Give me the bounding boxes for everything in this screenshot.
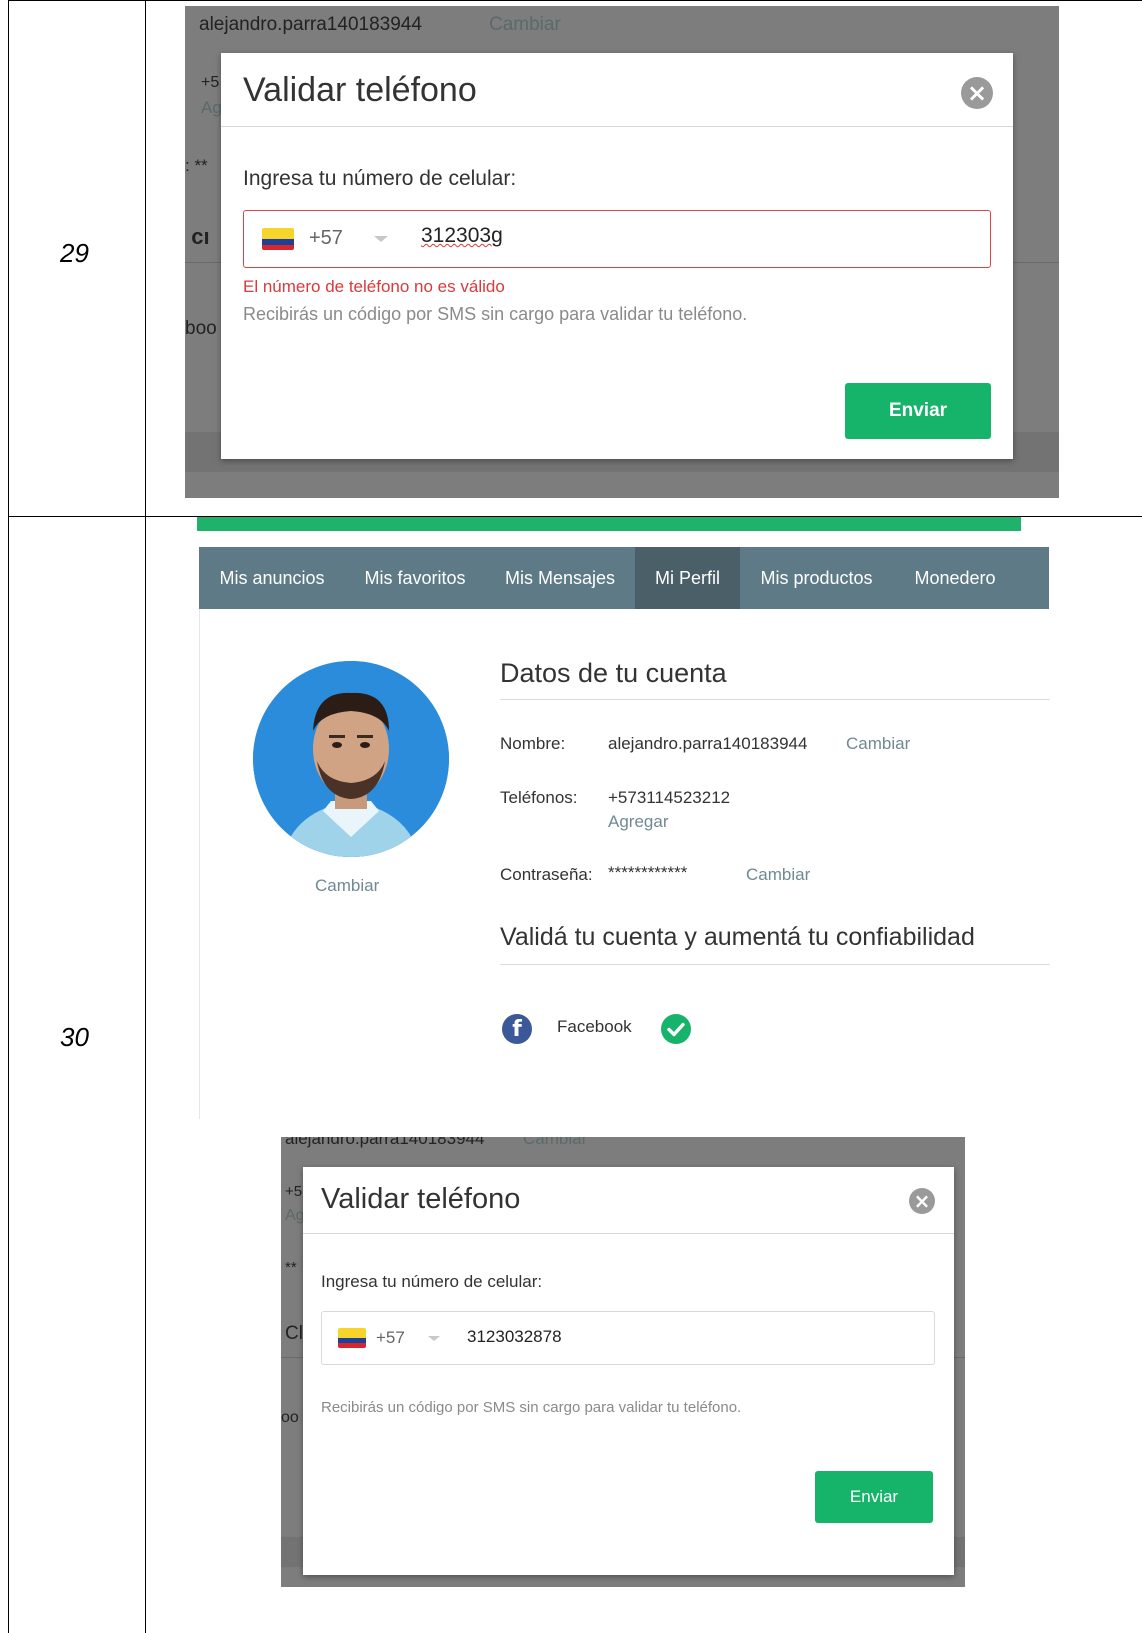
account-section-divider — [500, 699, 1050, 700]
backdrop-phone-partial: +5 — [285, 1183, 303, 1200]
colombia-flag-icon — [338, 1328, 366, 1348]
backdrop-name-change-link: Cambiar — [489, 14, 561, 35]
backdrop-name-value: alejandro.parra140183944 — [199, 14, 422, 35]
facebook-label: Facebook — [557, 1017, 632, 1036]
send-button[interactable]: Enviar — [815, 1471, 933, 1523]
avatar — [253, 661, 449, 857]
validate-phone-modal: Validar teléfono × Ingresa tu número de … — [303, 1167, 954, 1575]
phone-number-input[interactable] — [467, 1327, 887, 1347]
tab-mis-favoritos[interactable]: Mis favoritos — [345, 547, 485, 609]
row-number: 29 — [60, 238, 89, 268]
tab-mis-productos[interactable]: Mis productos — [740, 547, 893, 609]
name-change-link[interactable]: Cambiar — [846, 734, 910, 754]
chevron-down-icon[interactable] — [428, 1336, 440, 1341]
tab-mis-mensajes[interactable]: Mis Mensajes — [485, 547, 635, 609]
backdrop-add-partial: Ag — [201, 98, 222, 117]
row-number: 30 — [60, 1022, 89, 1052]
tab-monedero[interactable]: Monedero — [893, 547, 1017, 609]
tab-mi-perfil[interactable]: Mi Perfil — [635, 547, 740, 609]
chevron-down-icon[interactable] — [374, 236, 388, 242]
phone-add-link[interactable]: Agregar — [608, 812, 668, 832]
tab-mis-anuncios[interactable]: Mis anuncios — [199, 547, 345, 609]
modal-header-divider — [221, 126, 1013, 127]
name-label: Nombre: — [500, 734, 566, 753]
backdrop-name-change-link: Cambiar — [523, 1137, 588, 1148]
password-label: Contraseña: — [500, 865, 593, 884]
table-border-top — [8, 0, 1142, 1]
avatar-change-link[interactable]: Cambiar — [315, 876, 379, 896]
send-button[interactable]: Enviar — [845, 383, 991, 439]
validate-section-title: Validá tu cuenta y aumentá tu confiabili… — [500, 923, 975, 951]
screenshot-validar-telefono-error: alejandro.parra140183944 Cambiar +5 Ag :… — [185, 6, 1059, 498]
name-value: alejandro.parra140183944 — [608, 734, 808, 753]
check-icon — [661, 1014, 691, 1044]
backdrop-section-partial: ı cı — [185, 224, 210, 249]
backdrop-password-partial: : ** — [185, 156, 208, 175]
backdrop-phone-partial: +5 — [201, 74, 220, 91]
colombia-flag-icon — [262, 228, 294, 250]
phone-prompt-label: Ingresa tu número de celular: — [321, 1272, 543, 1291]
modal-title: Validar teléfono — [243, 71, 477, 109]
validate-phone-modal: Validar teléfono × Ingresa tu número de … — [221, 53, 1013, 459]
validate-section-divider — [500, 964, 1050, 965]
table-column-divider — [145, 0, 146, 1633]
close-icon[interactable]: × — [909, 1188, 935, 1214]
backdrop-fb-partial: boo — [185, 318, 217, 339]
sms-hint: Recibirás un código por SMS sin cargo pa… — [243, 304, 748, 324]
top-header-bar — [197, 517, 1021, 531]
modal-header-divider — [303, 1233, 954, 1234]
phone-input-group[interactable]: +57 — [321, 1311, 935, 1365]
phone-input-group[interactable]: +57 — [243, 210, 991, 268]
account-section-title: Datos de tu cuenta — [500, 658, 727, 688]
backdrop-name-value: alejandro.parra140183944 — [285, 1137, 485, 1148]
close-icon[interactable]: × — [961, 77, 993, 109]
backdrop-fb-partial: oo — [281, 1409, 299, 1426]
phone-number-input[interactable] — [421, 224, 921, 248]
password-change-link[interactable]: Cambiar — [746, 865, 810, 885]
phone-value: +573114523212 — [608, 788, 731, 807]
country-code: +57 — [376, 1328, 405, 1347]
table-border-left — [8, 0, 9, 1633]
screenshot-validar-telefono-valido: alejandro.parra140183944 Cambiar +5 Ag *… — [281, 1137, 965, 1587]
phone-prompt-label: Ingresa tu número de celular: — [243, 167, 517, 190]
profile-content: Cambiar Datos de tu cuenta Nombre: aleja… — [199, 609, 1050, 1119]
country-code: +57 — [309, 227, 343, 249]
phones-label: Teléfonos: — [500, 788, 578, 807]
backdrop-add-partial: Ag — [285, 1207, 305, 1224]
modal-title: Validar teléfono — [321, 1183, 521, 1215]
backdrop-password-partial: ** — [285, 1259, 297, 1276]
sms-hint: Recibirás un código por SMS sin cargo pa… — [321, 1399, 742, 1416]
backdrop-section-partial: Cl — [285, 1323, 303, 1344]
profile-nav-bar: Mis anuncios Mis favoritos Mis Mensajes … — [199, 547, 1049, 609]
facebook-icon: f — [502, 1014, 532, 1044]
password-value: ************ — [608, 863, 688, 882]
phone-error-message: El número de teléfono no es válido — [243, 277, 505, 296]
